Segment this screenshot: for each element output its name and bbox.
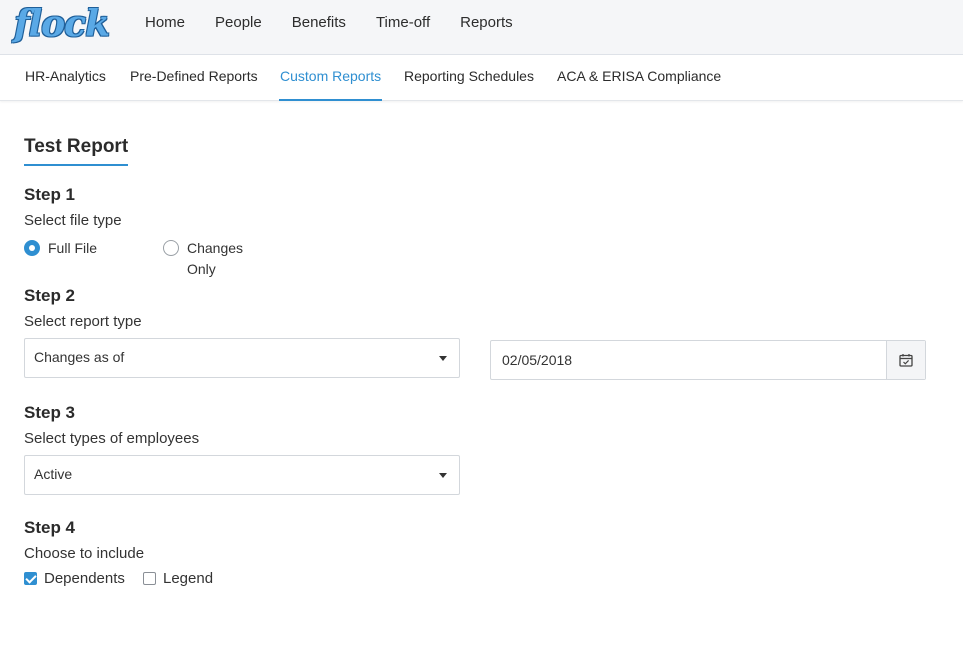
checkbox-dependents-box[interactable] [24, 572, 37, 585]
chevron-down-icon [439, 356, 447, 361]
radio-changes-only-label-line1: Changes [187, 240, 244, 256]
step1-heading: Step 1 [24, 185, 76, 204]
checkbox-legend-label: Legend [163, 570, 214, 587]
tab-pre-defined-reports[interactable]: Pre-Defined Reports [130, 55, 258, 101]
radio-changes-only-label: Changes Only [187, 238, 243, 279]
chevron-down-icon [439, 473, 447, 478]
date-input[interactable] [491, 341, 887, 379]
report-title: Test Report [24, 136, 129, 166]
flock-logo[interactable]: flock [14, 2, 110, 46]
nav-benefits[interactable]: Benefits [292, 14, 346, 31]
calendar-button[interactable] [886, 341, 925, 379]
nav-time-off[interactable]: Time-off [376, 14, 430, 31]
radio-changes-only[interactable]: Changes Only [163, 238, 243, 279]
calendar-icon [899, 354, 913, 367]
tab-hr-analytics[interactable]: HR-Analytics [25, 55, 106, 101]
report-type-select[interactable]: Changes as of [24, 338, 460, 378]
employee-type-select-value: Active [34, 466, 73, 482]
reports-subnav: HR-Analytics Pre-Defined Reports Custom … [0, 55, 963, 101]
radio-changes-only-indicator[interactable] [163, 240, 179, 256]
nav-home[interactable]: Home [145, 14, 185, 31]
step4-label: Choose to include [24, 545, 145, 562]
report-type-select-value: Changes as of [34, 349, 125, 365]
radio-full-file[interactable]: Full File [24, 238, 97, 258]
checkbox-legend-box[interactable] [143, 572, 156, 585]
radio-full-file-indicator[interactable] [24, 240, 40, 256]
radio-changes-only-label-line2: Only [187, 261, 216, 277]
step2-heading: Step 2 [24, 286, 76, 305]
step3-label: Select types of employees [24, 430, 200, 447]
main-nav: Home People Benefits Time-off Reports [145, 0, 543, 44]
tab-custom-reports[interactable]: Custom Reports [279, 55, 383, 101]
checkbox-dependents[interactable]: Dependents [24, 570, 125, 587]
logo-text: flock [14, 3, 110, 45]
radio-full-file-label: Full File [48, 240, 98, 256]
nav-people[interactable]: People [215, 14, 262, 31]
checkbox-dependents-label: Dependents [44, 570, 125, 587]
step2-label: Select report type [24, 313, 142, 330]
step4-heading: Step 4 [24, 518, 76, 537]
step1-label: Select file type [24, 212, 122, 229]
employee-type-select[interactable]: Active [24, 455, 460, 495]
step3-heading: Step 3 [24, 403, 76, 422]
nav-reports[interactable]: Reports [460, 14, 513, 31]
date-picker [490, 340, 926, 380]
tab-aca-erisa-compliance[interactable]: ACA & ERISA Compliance [557, 55, 721, 101]
tab-reporting-schedules[interactable]: Reporting Schedules [404, 55, 534, 101]
top-navigation-bar: flock Home People Benefits Time-off Repo… [0, 0, 963, 55]
checkbox-legend[interactable]: Legend [143, 570, 213, 587]
